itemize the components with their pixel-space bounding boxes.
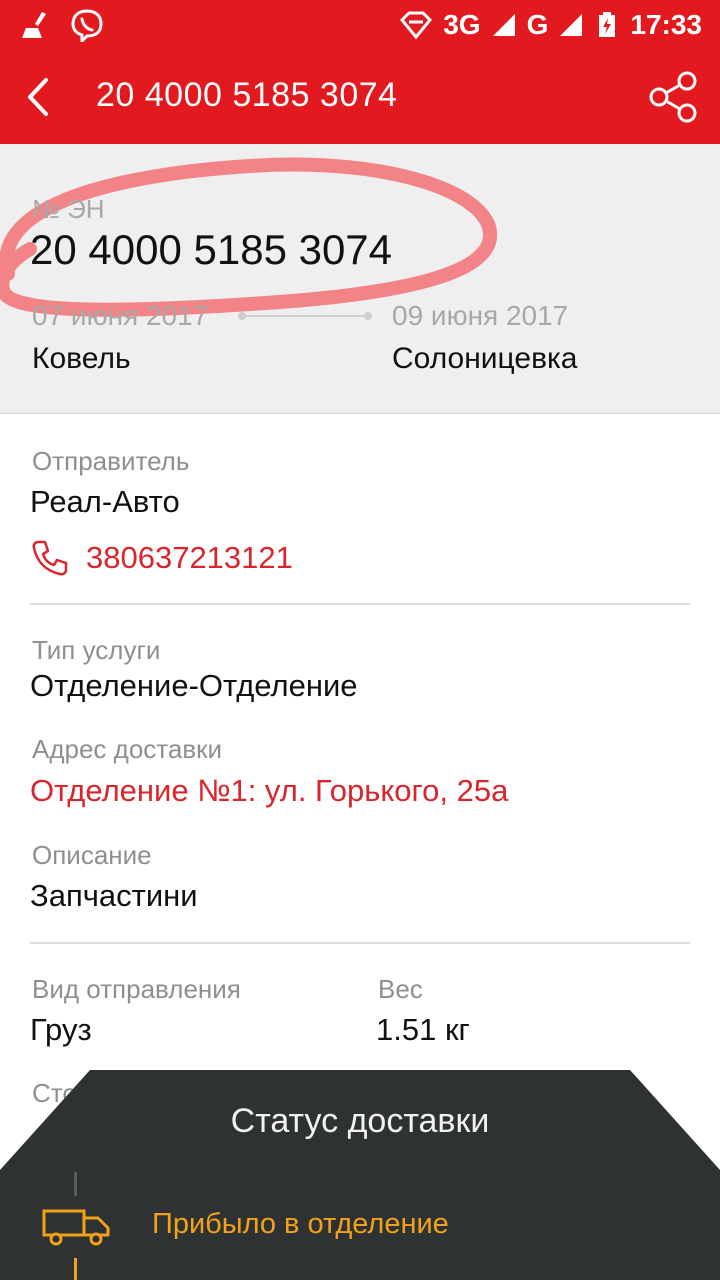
send-date: 07 июня 2017 <box>32 300 209 331</box>
divider <box>30 942 690 944</box>
battery-charging-icon <box>599 12 616 37</box>
delivery-status-title: Статус доставки <box>230 1102 490 1140</box>
app-bar: 20 4000 5185 3074 <box>0 50 720 144</box>
back-arrow-icon[interactable] <box>18 72 58 122</box>
delivery-status-current: Прибыло в отделение <box>152 1208 449 1240</box>
sender-phone-link[interactable]: 380637213121 <box>30 538 293 578</box>
sender-label: Отправитель <box>32 446 190 476</box>
shipment-header: № ЭН 20 4000 5185 3074 07 июня 2017 09 и… <box>0 144 720 414</box>
shipment-kind-label: Вид отправления <box>32 974 241 1004</box>
vpn-diamond-icon <box>400 11 433 40</box>
page-title: 20 4000 5185 3074 <box>96 76 398 114</box>
signal-icon <box>560 14 583 36</box>
network-g-label: G <box>526 9 549 40</box>
arrival-date: 09 июня 2017 <box>392 300 569 331</box>
weight-label: Вес <box>378 974 423 1004</box>
en-label: № ЭН <box>32 194 105 224</box>
truck-icon <box>42 1209 110 1246</box>
network-3g-label: 3G <box>443 9 481 40</box>
share-icon[interactable] <box>648 70 698 124</box>
status-bar-notifications <box>20 8 104 42</box>
origin-city: Ковель <box>32 342 131 375</box>
weight-value: 1.51 кг <box>376 1012 470 1047</box>
timeline-line <box>74 1172 77 1196</box>
status-bar: 3G G 17:33 <box>0 0 720 50</box>
sender-phone: 380637213121 <box>86 540 293 575</box>
timeline-line-active <box>74 1258 77 1280</box>
signal-icon <box>492 14 515 36</box>
status-bar-system: 3G G 17:33 <box>399 8 702 42</box>
sender-name: Реал-Авто <box>30 484 180 519</box>
broom-icon <box>22 12 46 38</box>
delivery-address-label: Адрес доставки <box>32 734 223 764</box>
clock: 17:33 <box>630 9 702 40</box>
route-line <box>238 312 372 320</box>
description-value: Запчастини <box>30 878 198 913</box>
phone-icon <box>32 540 68 576</box>
description-label: Описание <box>32 840 152 870</box>
divider <box>30 603 690 605</box>
service-type-label: Тип услуги <box>32 635 161 665</box>
destination-city: Солоницевка <box>392 342 578 375</box>
delivery-address-link[interactable]: Отделение №1: ул. Горького, 25а <box>30 773 508 809</box>
shipment-kind-value: Груз <box>30 1012 92 1047</box>
delivery-status-sheet[interactable]: Статус доставки Прибыло в отделение <box>0 1070 720 1280</box>
viber-icon <box>71 9 103 42</box>
en-number: 20 4000 5185 3074 <box>30 226 393 273</box>
service-type-value: Отделение-Отделение <box>30 668 358 703</box>
